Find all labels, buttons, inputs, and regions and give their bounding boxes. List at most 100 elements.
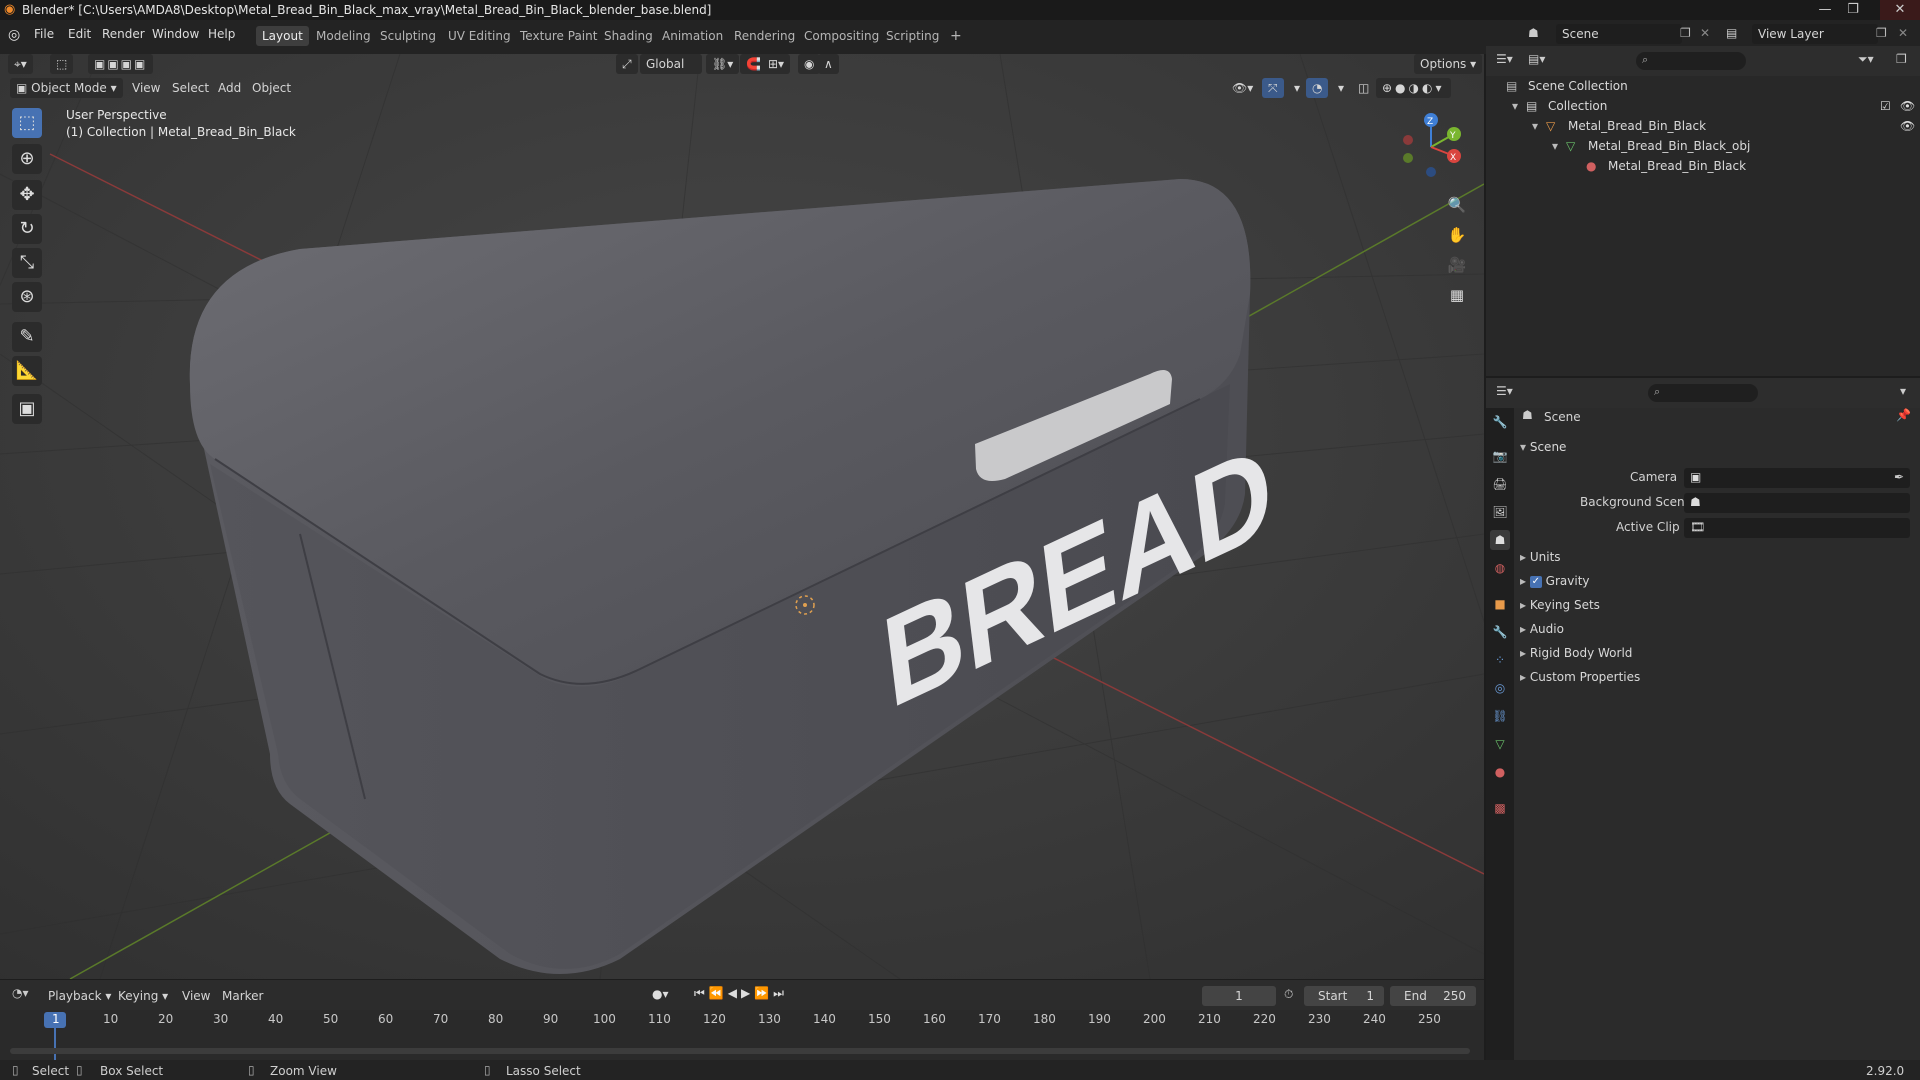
outliner-row-mesh[interactable]: ▾ ▽ Metal_Bread_Bin_Black_obj bbox=[1486, 136, 1920, 156]
properties-options-icon[interactable]: ▾ bbox=[1900, 384, 1906, 398]
tool-settings-icon[interactable]: ⬚ bbox=[50, 54, 74, 74]
tab-modeling[interactable]: Modeling bbox=[310, 26, 377, 46]
outliner-editor-icon[interactable]: ☰▾ bbox=[1496, 52, 1513, 66]
panel-audio[interactable]: ▸ Audio bbox=[1520, 618, 1910, 640]
properties-editor-icon[interactable]: ☰▾ bbox=[1496, 384, 1513, 398]
menu-file[interactable]: File bbox=[34, 27, 54, 41]
active-clip-field[interactable]: 🎞 bbox=[1684, 518, 1910, 538]
transform-orientation-select[interactable]: Global bbox=[640, 54, 702, 74]
expand-arrow-icon[interactable]: ▾ bbox=[1512, 96, 1518, 116]
menu-edit[interactable]: Edit bbox=[68, 27, 91, 41]
eye-icon[interactable]: 👁 bbox=[1900, 96, 1915, 116]
current-frame-field[interactable]: 1 bbox=[1202, 986, 1276, 1006]
tab-shading[interactable]: Shading bbox=[598, 26, 659, 46]
properties-search-input[interactable]: ⌕ bbox=[1648, 384, 1758, 402]
view-layer-selector[interactable]: View Layer bbox=[1752, 24, 1878, 44]
tab-data-icon[interactable]: ▽ bbox=[1490, 734, 1510, 754]
remove-scene-icon[interactable]: ✕ bbox=[1700, 26, 1710, 40]
selection-mode-buttons[interactable]: ▣▣▣▣ bbox=[88, 54, 154, 74]
overlay-toggle-icon[interactable]: ◔ bbox=[1306, 78, 1329, 98]
panel-scene-header[interactable]: ▾ Scene bbox=[1520, 436, 1910, 458]
pan-view-button[interactable]: ✋ bbox=[1444, 222, 1470, 248]
viewport-scene[interactable]: BREAD bbox=[0, 54, 1484, 979]
tab-constraints-icon[interactable]: ⛓ bbox=[1490, 706, 1510, 726]
expand-arrow-icon[interactable]: ▾ bbox=[1532, 116, 1538, 136]
playback-controls[interactable]: ⏮⏪◀▶⏩⏭ bbox=[694, 986, 788, 1001]
display-mode-icon[interactable]: ▤▾ bbox=[1528, 52, 1545, 66]
tab-particles-icon[interactable]: ⁘ bbox=[1490, 650, 1510, 670]
transform-tool[interactable]: ⊛ bbox=[12, 282, 42, 312]
xray-toggle-icon[interactable]: ◫ bbox=[1352, 78, 1375, 98]
rotate-tool[interactable]: ↻ bbox=[12, 214, 42, 244]
cursor-tool[interactable]: ⊕ bbox=[12, 144, 42, 174]
mode-selector[interactable]: ▣ Object Mode ▾ bbox=[10, 78, 123, 98]
tab-scene-icon[interactable]: ☗ bbox=[1490, 530, 1510, 550]
eye-icon[interactable]: 👁 bbox=[1900, 116, 1915, 136]
start-frame-field[interactable]: Start 1 bbox=[1304, 986, 1384, 1006]
filter-icon[interactable]: ⏷▾ bbox=[1858, 52, 1874, 67]
pivot-point-icon[interactable]: ⛓▾ bbox=[706, 54, 740, 74]
tab-sculpting[interactable]: Sculpting bbox=[374, 26, 442, 46]
tab-tool-icon[interactable]: 🔧 bbox=[1490, 412, 1510, 432]
record-icon[interactable]: ●▾ bbox=[652, 987, 669, 1001]
add-cube-tool[interactable]: ▣ bbox=[12, 394, 42, 424]
keying-menu[interactable]: Keying ▾ bbox=[112, 986, 174, 1006]
transform-orientation-icon[interactable]: ⤢ bbox=[616, 54, 638, 74]
tab-rendering[interactable]: Rendering bbox=[728, 26, 801, 46]
view-layer-icon[interactable]: ▤ bbox=[1726, 26, 1737, 40]
menu-object[interactable]: Object bbox=[252, 81, 291, 95]
gizmo-toggle-icon[interactable]: ⤧ bbox=[1262, 78, 1284, 98]
stopwatch-icon[interactable]: ⏱ bbox=[1284, 987, 1293, 1002]
outliner-row-object[interactable]: ▾ ▽ Metal_Bread_Bin_Black 👁 bbox=[1486, 116, 1920, 136]
menu-window[interactable]: Window bbox=[152, 27, 199, 41]
options-dropdown[interactable]: Options ▾ bbox=[1414, 54, 1483, 74]
menu-view[interactable]: View bbox=[132, 81, 160, 95]
overlay-dropdown-icon[interactable]: ▾ bbox=[1332, 78, 1350, 98]
expand-arrow-icon[interactable]: ▾ bbox=[1552, 136, 1558, 156]
eyedropper-icon[interactable]: ✒ bbox=[1894, 470, 1904, 484]
tab-texture-paint[interactable]: Texture Paint bbox=[514, 26, 603, 46]
shading-mode-buttons[interactable]: ⊕●◑◐▾ bbox=[1376, 78, 1451, 98]
tab-view-layer-icon[interactable]: 🖼 bbox=[1490, 502, 1510, 522]
panel-gravity[interactable]: ▸ ✓ Gravity bbox=[1520, 570, 1910, 592]
new-collection-icon[interactable]: ❐ bbox=[1896, 52, 1907, 66]
tab-object-icon[interactable]: ■ bbox=[1490, 594, 1510, 614]
menu-select[interactable]: Select bbox=[172, 81, 209, 95]
outliner-row-material[interactable]: ● Metal_Bread_Bin_Black bbox=[1486, 156, 1920, 176]
minimize-button[interactable]: — bbox=[1812, 0, 1838, 20]
marker-menu[interactable]: Marker bbox=[222, 989, 263, 1003]
include-checkbox-icon[interactable]: ☑ bbox=[1880, 96, 1891, 116]
navigation-gizmo[interactable]: Z Y X bbox=[1396, 112, 1466, 182]
remove-view-layer-icon[interactable]: ✕ bbox=[1898, 26, 1908, 40]
maximize-button[interactable]: ❐ bbox=[1840, 0, 1866, 20]
snap-target-icon[interactable]: ⊞▾ bbox=[762, 54, 791, 74]
camera-field[interactable]: ▣ ✒ bbox=[1684, 468, 1910, 488]
tab-uv-editing[interactable]: UV Editing bbox=[442, 26, 517, 46]
panel-rigid-body-world[interactable]: ▸ Rigid Body World bbox=[1520, 642, 1910, 664]
end-frame-field[interactable]: End 250 bbox=[1390, 986, 1476, 1006]
tab-compositing[interactable]: Compositing bbox=[798, 26, 885, 46]
falloff-icon[interactable]: ∧ bbox=[818, 54, 839, 74]
background-scene-field[interactable]: ☗ bbox=[1684, 493, 1910, 513]
timeline-editor-icon[interactable]: ◔▾ bbox=[12, 986, 29, 1000]
gravity-checkbox[interactable]: ✓ bbox=[1529, 575, 1542, 588]
blender-menu-icon[interactable]: ◎ bbox=[8, 27, 20, 43]
outliner-row-scene-collection[interactable]: ▤ Scene Collection bbox=[1486, 76, 1920, 96]
menu-add[interactable]: Add bbox=[218, 81, 241, 95]
tab-physics-icon[interactable]: ◎ bbox=[1490, 678, 1510, 698]
tab-scripting[interactable]: Scripting bbox=[880, 26, 945, 46]
annotate-tool[interactable]: ✎ bbox=[12, 322, 42, 352]
tab-animation[interactable]: Animation bbox=[656, 26, 729, 46]
panel-keying-sets[interactable]: ▸ Keying Sets bbox=[1520, 594, 1910, 616]
tab-output-icon[interactable]: 🖨 bbox=[1490, 474, 1510, 494]
tab-texture-icon[interactable]: ▩ bbox=[1490, 798, 1510, 818]
ortho-toggle-button[interactable]: ▦ bbox=[1444, 282, 1470, 308]
move-tool[interactable]: ✥ bbox=[12, 180, 42, 210]
3d-viewport[interactable]: BREAD ⬚ ⊕ ✥ ↻ ⤡ ⊛ ✎ 📐 ▣ User Perspective… bbox=[0, 54, 1484, 979]
tab-layout[interactable]: Layout bbox=[256, 26, 309, 46]
timeline-view-menu[interactable]: View bbox=[182, 989, 210, 1003]
outliner-search-input[interactable]: ⌕ bbox=[1636, 52, 1746, 70]
scale-tool[interactable]: ⤡ bbox=[12, 248, 42, 278]
tab-world-icon[interactable]: ◍ bbox=[1490, 558, 1510, 578]
panel-custom-properties[interactable]: ▸ Custom Properties bbox=[1520, 666, 1910, 688]
